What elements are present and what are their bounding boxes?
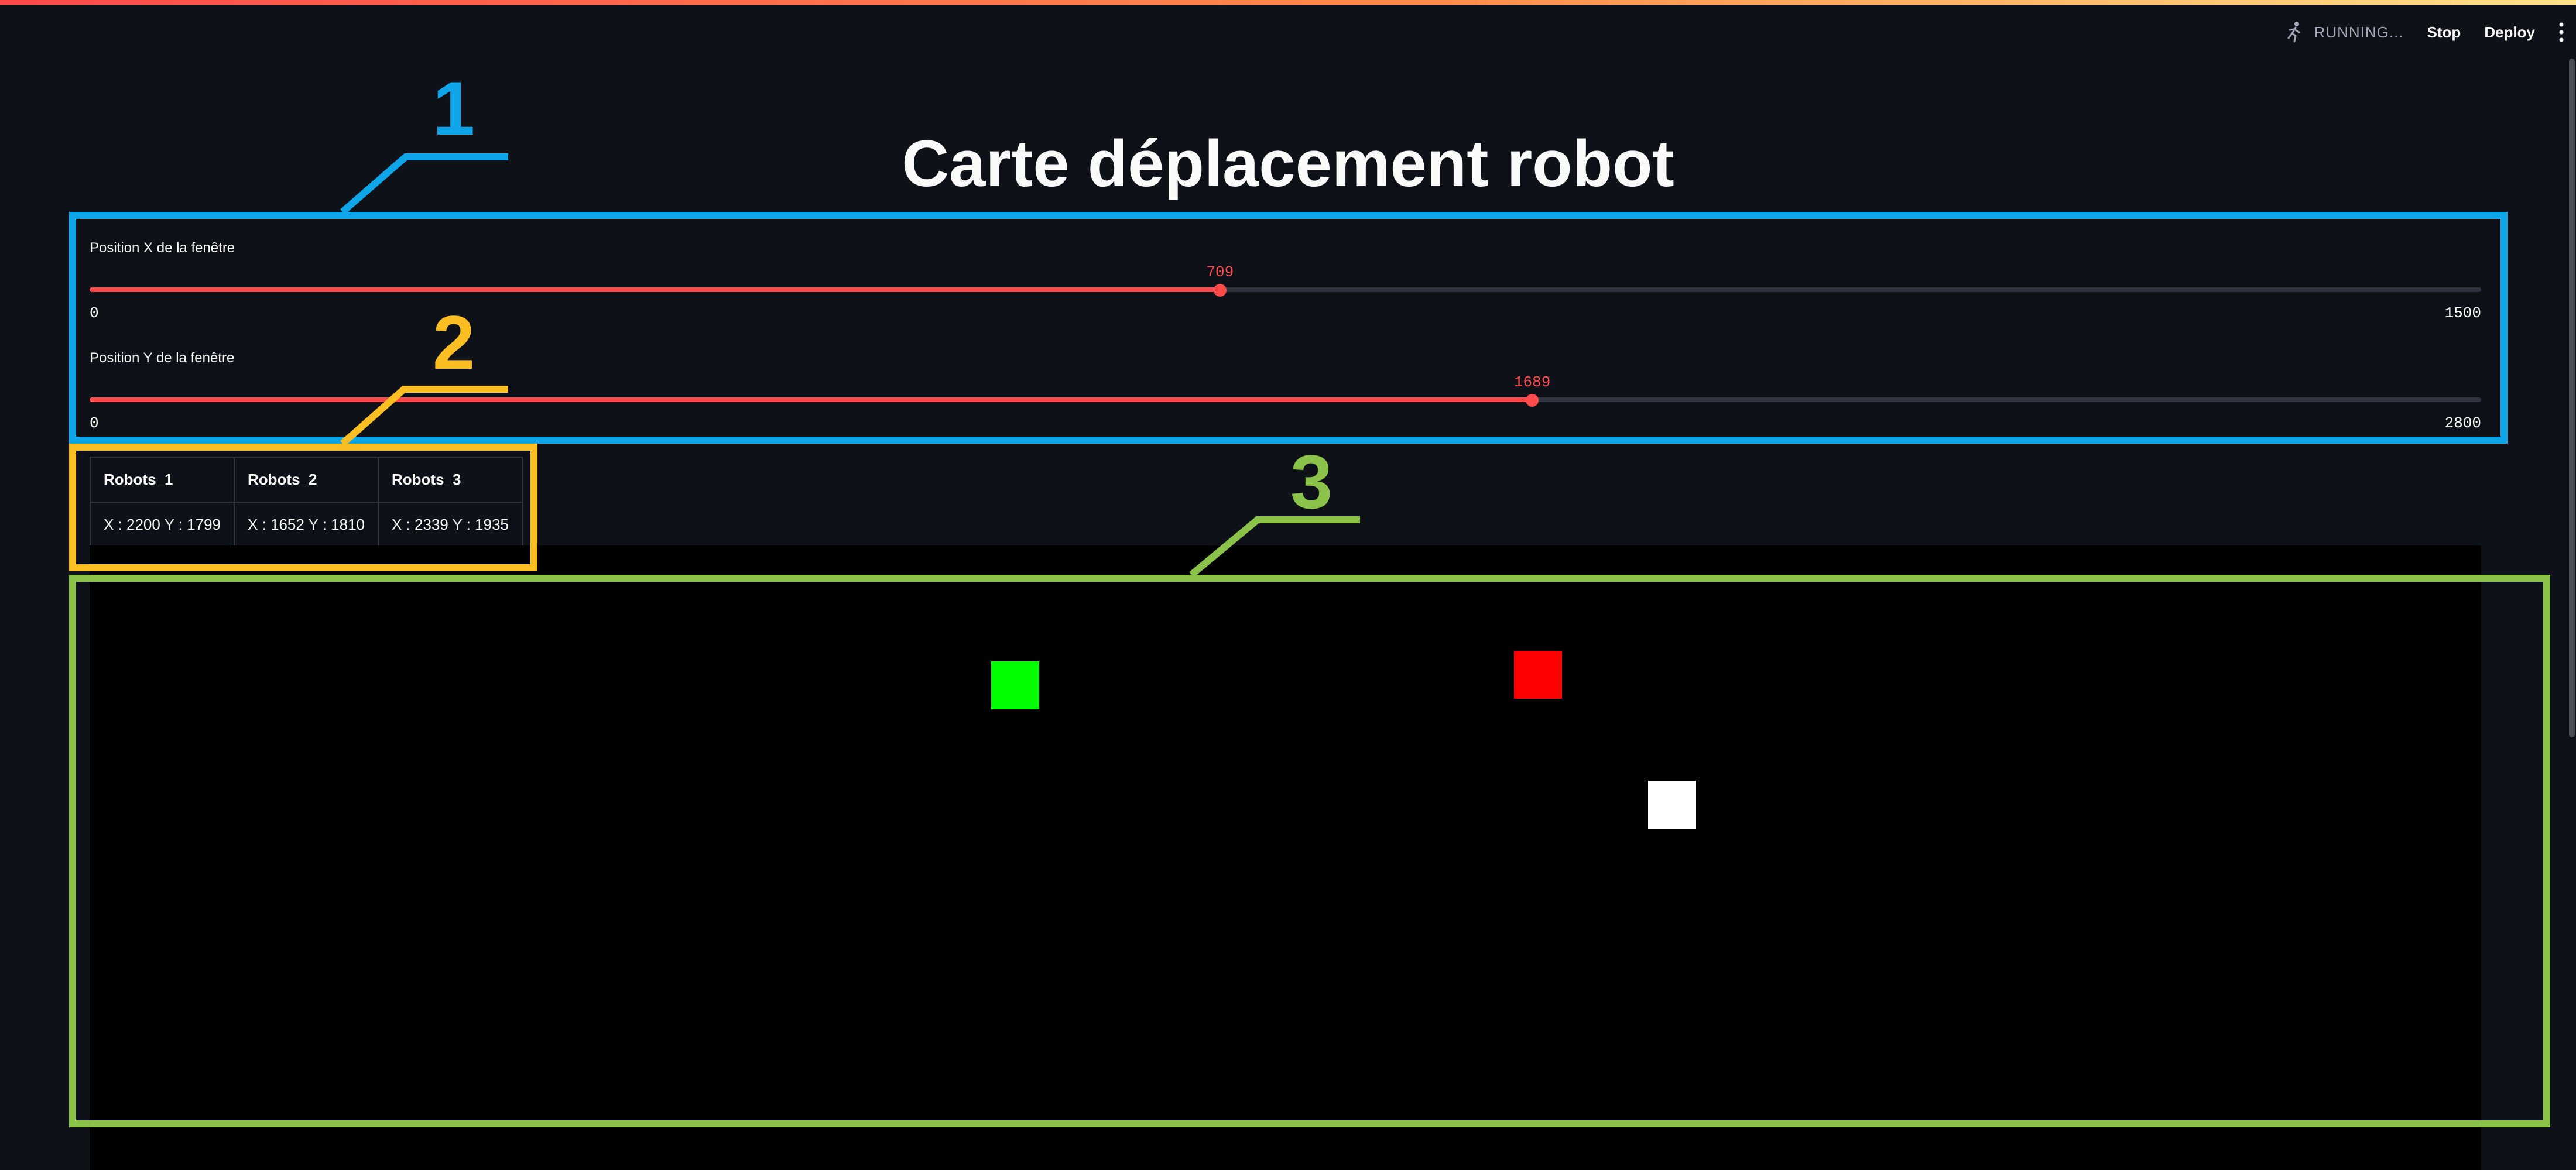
annotation-number-1: 1: [432, 66, 475, 151]
deploy-button[interactable]: Deploy: [2484, 23, 2535, 42]
page-title: Carte déplacement robot: [902, 127, 1674, 200]
top-decoration-line: [0, 0, 2576, 5]
stop-button[interactable]: Stop: [2427, 23, 2461, 42]
page-scrollbar[interactable]: [2568, 53, 2576, 1165]
running-man-icon: [2287, 22, 2300, 43]
vertical-dots-icon[interactable]: [2558, 22, 2564, 43]
annotation-number-3: 3: [1290, 439, 1333, 524]
annotation-box-2: [69, 444, 537, 571]
annotation-box-3: [69, 575, 2550, 1127]
app-header: RUNNING... Stop Deploy: [2283, 18, 2564, 47]
running-status: RUNNING...: [2283, 20, 2404, 44]
app-page: RUNNING... Stop Deploy Carte déplacement…: [0, 0, 2576, 1170]
annotation-number-2: 2: [432, 300, 475, 385]
status-text: RUNNING...: [2314, 23, 2404, 41]
